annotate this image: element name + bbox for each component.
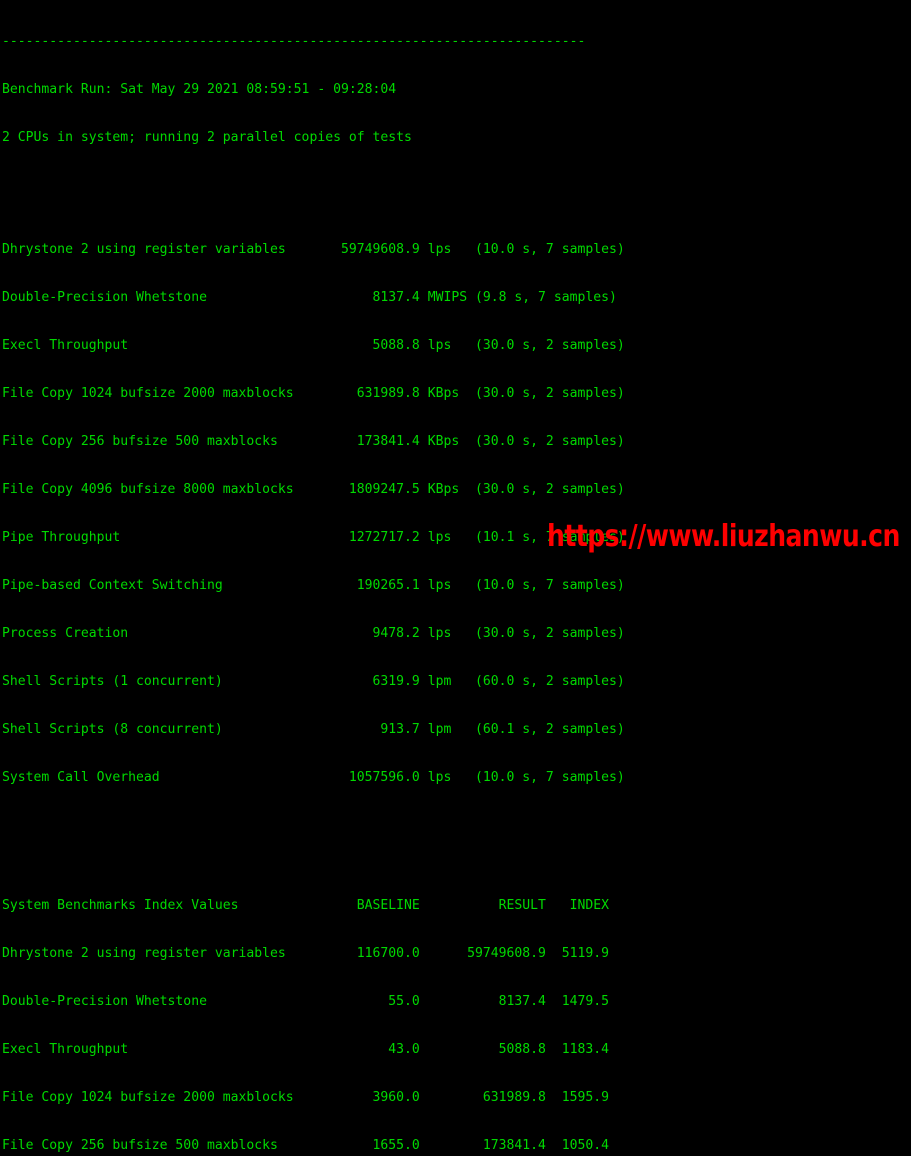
index-row: Execl Throughput 43.0 5088.8 1183.4 [2,1042,609,1057]
detail-row: Shell Scripts (8 concurrent) 913.7 lpm (… [2,722,625,737]
detail-row: File Copy 256 bufsize 500 maxblocks 1738… [2,434,625,449]
detail-row: Shell Scripts (1 concurrent) 6319.9 lpm … [2,674,625,689]
detail-row: Process Creation 9478.2 lps (30.0 s, 2 s… [2,626,625,641]
detail-row: Pipe-based Context Switching 190265.1 lp… [2,578,625,593]
terminal-text-buffer: ----------------------------------------… [2,2,625,1156]
index-row: Dhrystone 2 using register variables 116… [2,946,609,961]
detail-row: Pipe Throughput 1272717.2 lps (10.1 s, 7… [2,530,625,545]
site-watermark: https://www.liuzhanwu.cn [547,519,900,554]
detail-row: System Call Overhead 1057596.0 lps (10.0… [2,770,625,785]
detail-row: Dhrystone 2 using register variables 597… [2,242,625,257]
top-rule: ----------------------------------------… [2,34,586,49]
index-row: File Copy 1024 bufsize 2000 maxblocks 39… [2,1090,609,1105]
index-row: File Copy 256 bufsize 500 maxblocks 1655… [2,1138,609,1153]
detail-row: Execl Throughput 5088.8 lps (30.0 s, 2 s… [2,338,625,353]
terminal-window: ----------------------------------------… [0,0,911,1153]
index-table-header: System Benchmarks Index Values BASELINE … [2,898,609,913]
index-row: Double-Precision Whetstone 55.0 8137.4 1… [2,994,609,1009]
detail-row: File Copy 1024 bufsize 2000 maxblocks 63… [2,386,625,401]
cpu-info-line: 2 CPUs in system; running 2 parallel cop… [2,130,412,145]
detail-row: File Copy 4096 bufsize 8000 maxblocks 18… [2,482,625,497]
detail-row: Double-Precision Whetstone 8137.4 MWIPS … [2,290,617,305]
benchmark-run-line: Benchmark Run: Sat May 29 2021 08:59:51 … [2,82,397,97]
